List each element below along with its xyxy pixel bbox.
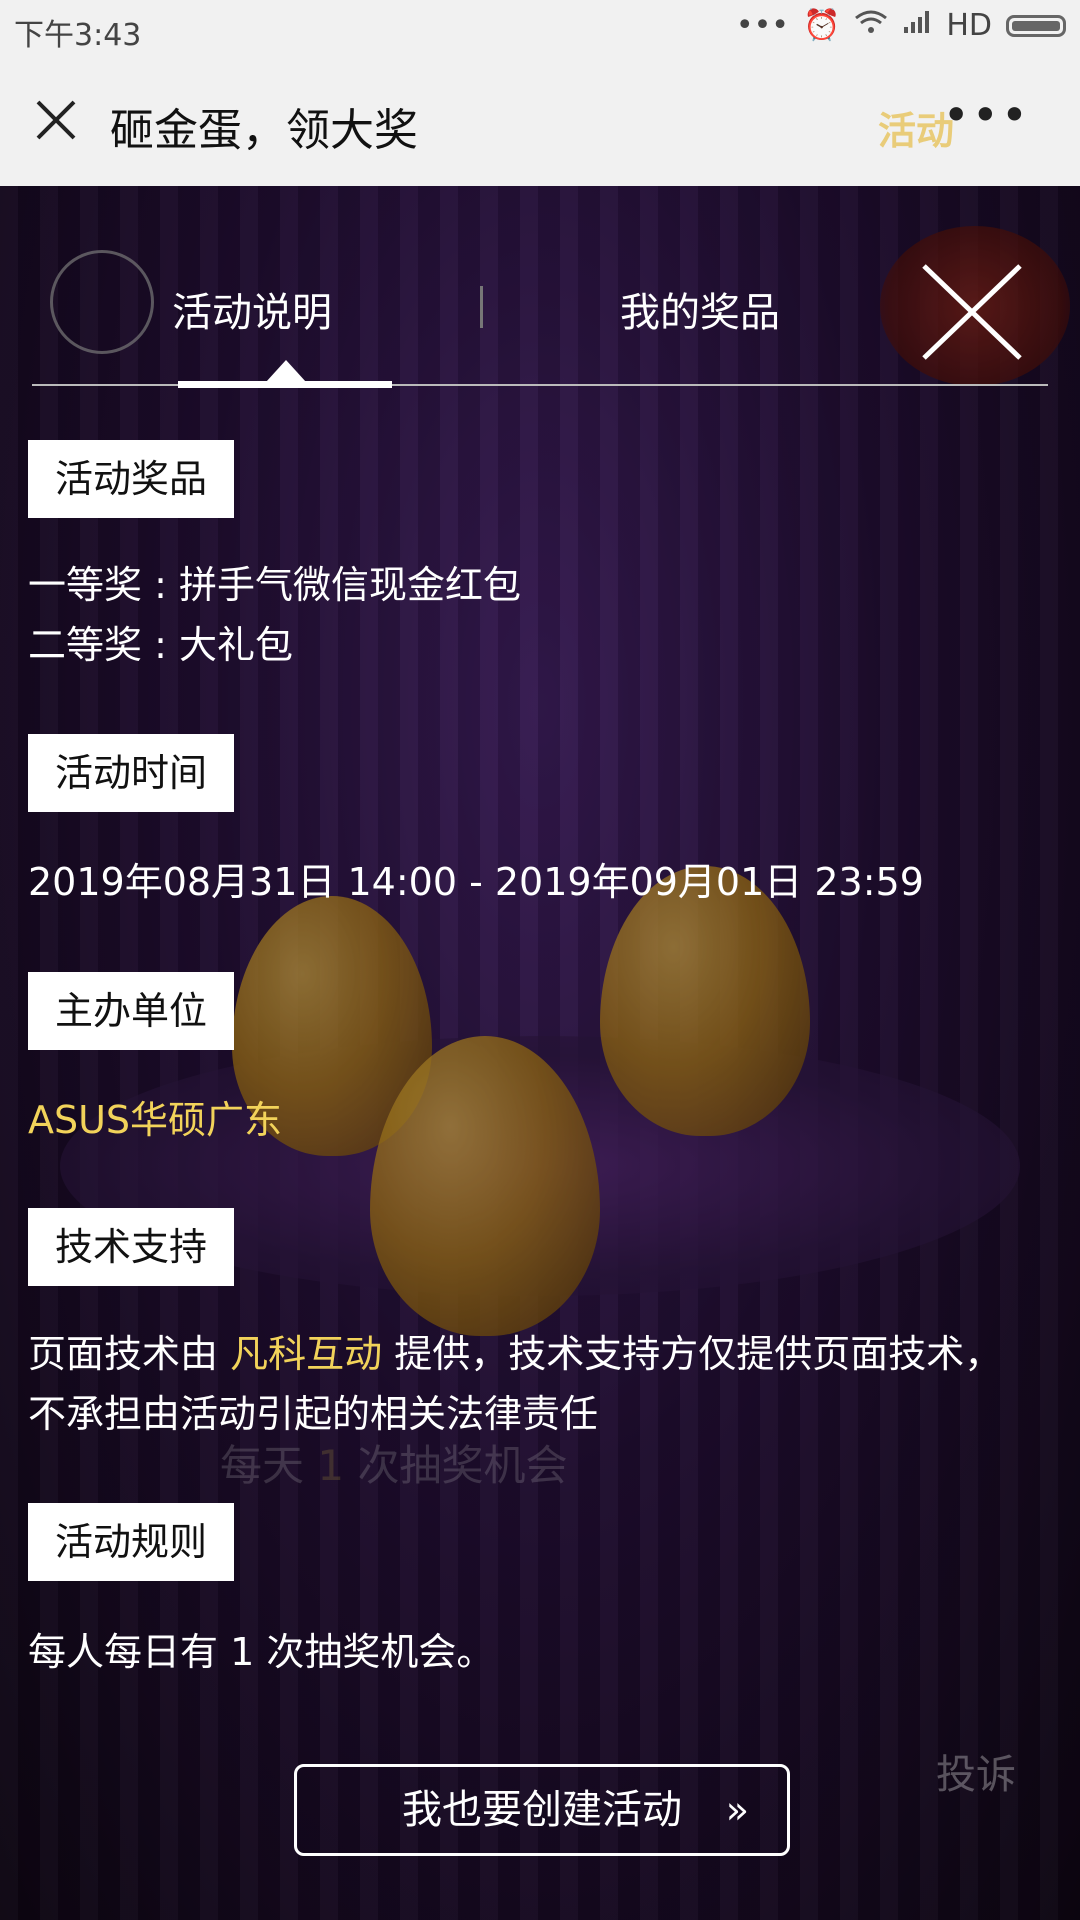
tab-bar: 活动说明 我的奖品 <box>32 230 1048 388</box>
support-line-1: 页面技术由 凡科互动 提供，技术支持方仅提供页面技术， <box>28 1332 1003 1376</box>
section-label-time: 活动时间 <box>28 734 234 812</box>
section-label-support: 技术支持 <box>28 1208 234 1286</box>
create-activity-button[interactable]: 我也要创建活动 » <box>294 1764 790 1856</box>
prize-line-2: 二等奖 : 大礼包 <box>28 623 293 667</box>
status-bar: 下午3:43 zzzzzz.me ••• ⏰ HD <box>0 0 1080 77</box>
support-line-2: 不承担由活动引起的相关法律责任 <box>28 1392 599 1436</box>
organizer-value: ASUS华硕广东 <box>28 1098 283 1142</box>
battery-icon <box>1006 14 1066 37</box>
complain-button[interactable]: 投诉 <box>936 1742 1016 1800</box>
status-icons: ••• ⏰ HD <box>736 8 1066 43</box>
close-icon[interactable] <box>30 94 82 146</box>
prize-line-1: 一等奖 : 拼手气微信现金红包 <box>28 563 521 607</box>
logo-icon <box>50 250 154 354</box>
section-label-rules: 活动规则 <box>28 1503 234 1581</box>
page-title: 砸金蛋，领大奖 <box>110 105 418 156</box>
close-panel-icon[interactable] <box>918 260 1026 364</box>
signal-icon <box>902 8 932 43</box>
double-chevron-right-icon: » <box>725 1788 749 1832</box>
section-label-organizer: 主办单位 <box>28 972 234 1050</box>
create-activity-label: 我也要创建活动 <box>402 1787 682 1833</box>
active-tab-indicator <box>178 381 392 388</box>
rules-value: 每人每日有 1 次抽奖机会。 <box>28 1630 495 1674</box>
alarm-icon: ⏰ <box>802 8 841 43</box>
section-label-prizes: 活动奖品 <box>28 440 234 518</box>
corner-badge-text: 活动 <box>878 109 955 153</box>
tab-my-prizes[interactable]: 我的奖品 <box>620 280 780 338</box>
network-label: HD <box>946 8 992 43</box>
tab-activity-description[interactable]: 活动说明 <box>172 280 332 338</box>
tab-divider <box>480 286 483 328</box>
more-menu-button[interactable]: ••• <box>943 88 1030 142</box>
wifi-icon <box>854 8 888 43</box>
more-dots-icon: ••• <box>735 8 789 43</box>
active-tab-caret <box>266 360 306 382</box>
activity-time-value: 2019年08月31日 14:00 - 2019年09月01日 23:59 <box>28 860 924 904</box>
support-provider-link[interactable]: 凡科互动 <box>230 1332 382 1376</box>
